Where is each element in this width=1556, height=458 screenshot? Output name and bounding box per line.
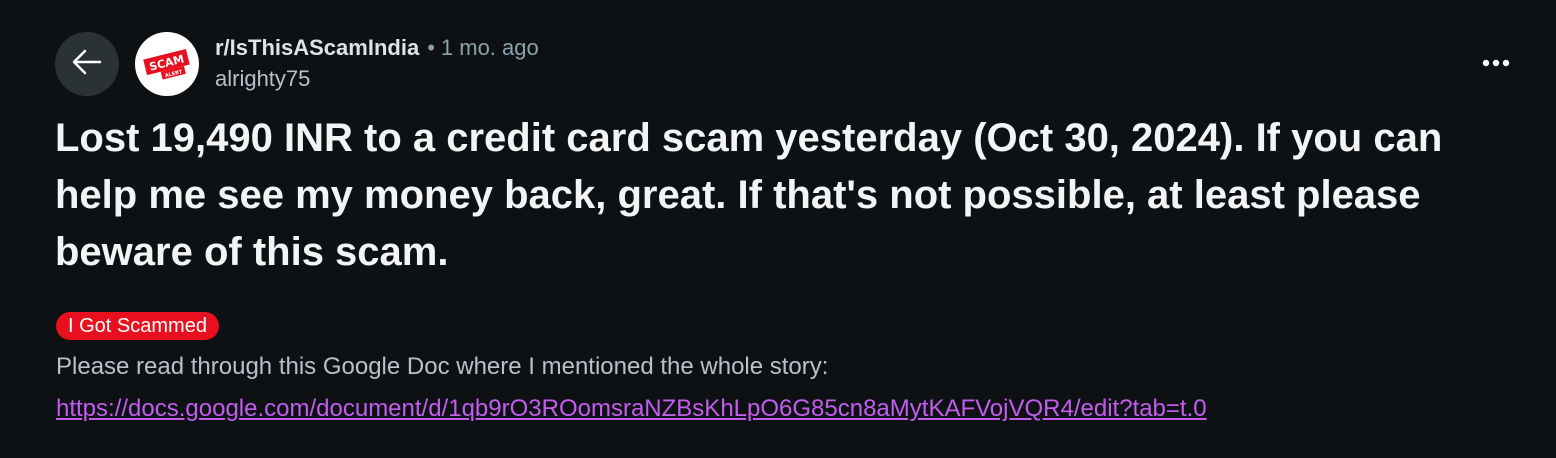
scam-alert-logo-icon: SCAM ALERT <box>143 48 190 80</box>
post-flair[interactable]: I Got Scammed <box>56 312 219 340</box>
subreddit-avatar[interactable]: SCAM ALERT <box>135 32 199 96</box>
author-link[interactable]: alrighty75 <box>215 65 539 93</box>
post-title: Lost 19,490 INR to a credit card scam ye… <box>55 116 1443 274</box>
post-meta: r/IsThisAScamIndia • 1 mo. ago alrighty7… <box>215 34 539 93</box>
more-horizontal-icon <box>1481 55 1511 73</box>
back-button[interactable] <box>55 32 119 96</box>
subreddit-link[interactable]: r/IsThisAScamIndia <box>215 34 419 62</box>
more-options-button[interactable] <box>1474 44 1518 84</box>
google-doc-link[interactable]: https://docs.google.com/document/d/1qb9r… <box>56 392 1207 426</box>
post-body-text: Please read through this Google Doc wher… <box>56 353 829 380</box>
arrow-left-icon <box>70 45 104 84</box>
post-age: 1 mo. ago <box>440 35 539 60</box>
meta-separator: • <box>427 35 435 60</box>
post-meta-line: r/IsThisAScamIndia • 1 mo. ago <box>215 34 539 62</box>
